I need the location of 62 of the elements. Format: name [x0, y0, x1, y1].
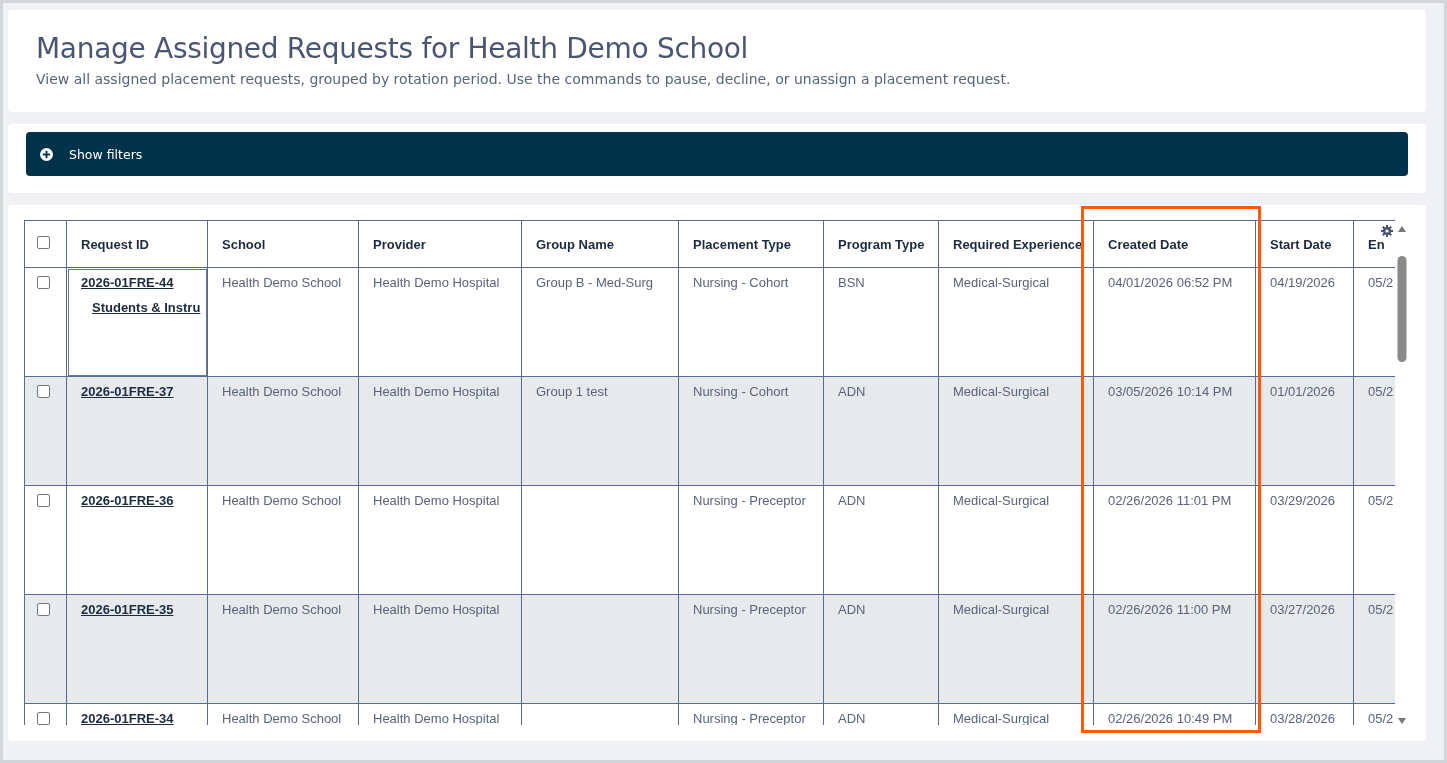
- row-checkbox[interactable]: [37, 385, 50, 398]
- table-cell: ADN: [838, 711, 866, 725]
- table-cell: Health Demo Hospital: [373, 602, 500, 617]
- table-cell: Nursing - Preceptor: [693, 493, 806, 508]
- table-cell: 03/28/2026: [1270, 711, 1336, 725]
- table-cell: Health Demo School: [222, 493, 342, 508]
- table-cell: Nursing - Preceptor: [693, 711, 806, 725]
- table-cell: 05/2: [1368, 602, 1394, 617]
- table-cell: Medical-Surgical: [953, 275, 1050, 290]
- students-instructors-link[interactable]: Students & Instru: [92, 300, 201, 315]
- page-title: Manage Assigned Requests for Health Demo School: [36, 32, 750, 65]
- table-cell: 02/26/2026 11:00 PM: [1108, 602, 1232, 617]
- table-cell: ADN: [838, 602, 866, 617]
- select-all-checkbox[interactable]: [37, 236, 50, 249]
- table-cell: Health Demo Hospital: [373, 384, 500, 399]
- request-id-link[interactable]: 2026-01FRE-37: [81, 384, 174, 399]
- table-cell: Nursing - Preceptor: [693, 602, 806, 617]
- table-cell: Nursing - Cohort: [693, 275, 789, 290]
- column-header[interactable]: Provider: [373, 236, 426, 252]
- table-cell: 01/01/2026: [1270, 384, 1336, 399]
- table-cell: Medical-Surgical: [953, 602, 1050, 617]
- row-checkbox[interactable]: [37, 712, 50, 725]
- table-cell: 02/26/2026 10:49 PM: [1108, 711, 1233, 725]
- table-cell: Medical-Surgical: [953, 384, 1050, 399]
- table-cell: Health Demo School: [222, 384, 342, 399]
- table-cell: 05/2: [1368, 493, 1394, 508]
- column-header[interactable]: Request ID: [81, 236, 149, 252]
- table-cell: Health Demo Hospital: [373, 711, 500, 725]
- request-id-link[interactable]: 2026-01FRE-44: [81, 275, 174, 290]
- table-cell: ADN: [838, 384, 866, 399]
- request-id-link[interactable]: 2026-01FRE-35: [81, 602, 174, 617]
- table-cell: 03/29/2026: [1270, 493, 1336, 508]
- table-cell: Nursing - Cohort: [693, 384, 789, 399]
- table-cell: Health Demo Hospital: [373, 493, 500, 508]
- request-id-link[interactable]: 2026-01FRE-36: [81, 493, 174, 508]
- table-cell: 05/2: [1368, 384, 1394, 399]
- table-cell: Health Demo School: [222, 275, 342, 290]
- show-filters-bar[interactable]: Show filters: [26, 132, 1408, 176]
- table-cell: Group B - Med-Surg: [536, 275, 654, 290]
- table-cell: Health Demo School: [222, 711, 342, 725]
- table-cell: 04/01/2026 06:52 PM: [1108, 275, 1233, 290]
- table-cell: Medical-Surgical: [953, 493, 1050, 508]
- table-cell: Health Demo Hospital: [373, 275, 500, 290]
- table-cell: BSN: [838, 275, 865, 290]
- table-cell: 03/27/2026: [1270, 602, 1336, 617]
- table-cell: 05/2: [1368, 711, 1394, 725]
- column-header[interactable]: Created Date: [1108, 236, 1189, 252]
- row-checkbox[interactable]: [37, 603, 50, 616]
- column-header[interactable]: Group Name: [536, 236, 614, 252]
- column-header[interactable]: School: [222, 236, 266, 252]
- column-header[interactable]: En: [1368, 236, 1385, 252]
- table-cell: 05/2: [1368, 275, 1394, 290]
- table-cell: ADN: [838, 493, 866, 508]
- table-cell: 04/19/2026: [1270, 275, 1336, 290]
- table-cell: Group 1 test: [536, 384, 608, 399]
- table-cell: Medical-Surgical: [953, 711, 1050, 725]
- row-checkbox[interactable]: [37, 276, 50, 289]
- table-cell: Health Demo School: [222, 602, 342, 617]
- table-cell: 03/05/2026 10:14 PM: [1108, 384, 1233, 399]
- row-checkbox[interactable]: [37, 494, 50, 507]
- page-description: View all assigned placement requests, grouped by rotation period. Use the commands to pause, decline, or unassign a placement request.: [36, 71, 1012, 87]
- table-cell: 02/26/2026 11:01 PM: [1108, 493, 1232, 508]
